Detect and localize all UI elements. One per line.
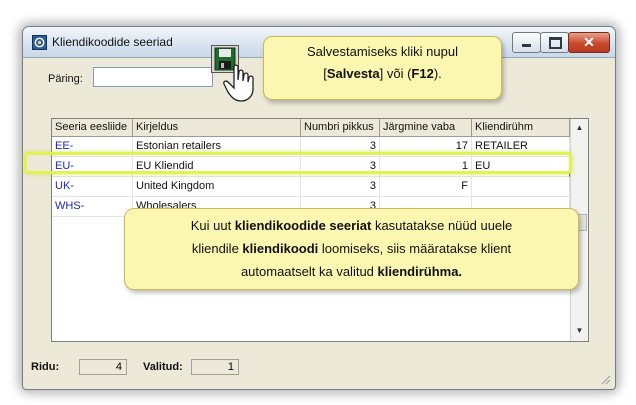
scroll-up-icon[interactable]: ▲ xyxy=(572,120,587,136)
cell-next-free[interactable]: F xyxy=(380,177,472,197)
save-hint-line1: Salvestamiseks kliki nupul xyxy=(306,44,458,59)
info-callout: Kui uut kliendikoodide seeriat kasutatak… xyxy=(124,208,579,290)
maximize-button[interactable] xyxy=(540,32,569,53)
cell-prefix[interactable]: WHS- xyxy=(52,197,133,217)
info-line2: kliendile kliendikoodi loomiseks, siis m… xyxy=(191,241,512,256)
query-input[interactable] xyxy=(93,67,213,87)
col-header-number-length[interactable]: Numbri pikkus xyxy=(301,119,380,137)
cell-prefix[interactable]: UK- xyxy=(52,177,133,197)
cell-number-length[interactable]: 3 xyxy=(301,177,380,197)
close-button[interactable]: ✕ xyxy=(568,32,610,53)
minimize-button[interactable] xyxy=(512,32,541,53)
selected-label: Valitud: xyxy=(143,361,183,373)
row-highlight xyxy=(24,152,572,174)
status-bar: Ridu: 4 Valitud: 1 xyxy=(23,353,615,389)
series-icon xyxy=(32,35,47,50)
col-header-next-free[interactable]: Järgmine vaba xyxy=(380,119,472,137)
rows-count: 4 xyxy=(79,359,127,375)
save-hint-callout: Salvestamiseks kliki nupul [Salvesta] võ… xyxy=(263,36,502,100)
selected-count: 1 xyxy=(191,359,239,375)
col-header-prefix[interactable]: Seeria eesliide xyxy=(52,119,133,137)
col-header-customer-group[interactable]: Kliendirühm xyxy=(472,119,570,137)
maximize-icon xyxy=(549,37,562,49)
resize-grip-icon[interactable] xyxy=(599,373,611,385)
save-hint-line2: [Salvesta] või (F12). xyxy=(323,66,442,81)
close-icon: ✕ xyxy=(583,34,595,50)
col-header-description[interactable]: Kirjeldus xyxy=(133,119,301,137)
table-row[interactable]: UK- United Kingdom 3 F xyxy=(52,177,570,197)
info-line1: Kui uut kliendikoodide seeriat kasutatak… xyxy=(190,218,513,233)
cell-description[interactable]: United Kingdom xyxy=(133,177,301,197)
info-line3: automaatselt ka valitud kliendirühma. xyxy=(240,264,463,279)
query-label: Päring: xyxy=(48,73,83,85)
hand-pointer-icon xyxy=(223,64,254,102)
rows-label: Ridu: xyxy=(31,361,60,373)
window-title: Kliendikoodide seeriad xyxy=(52,35,173,49)
scroll-down-icon[interactable]: ▼ xyxy=(572,323,587,339)
cell-customer-group[interactable] xyxy=(472,177,570,197)
minimize-icon xyxy=(522,44,531,47)
